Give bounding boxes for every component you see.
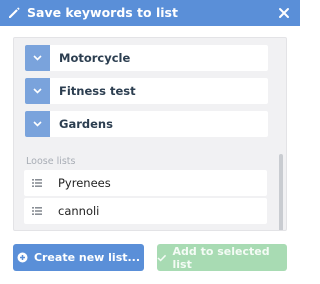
list-icon: [32, 207, 42, 215]
list-item-label: Pyrenees: [58, 176, 111, 190]
list-item-label: Fitness test: [59, 84, 136, 98]
list-item[interactable]: Pyrenees: [24, 170, 267, 196]
list-item-label: Motorcycle: [59, 51, 131, 65]
list-item[interactable]: cannoli: [24, 198, 267, 224]
list-item[interactable]: Fitness test: [25, 78, 268, 104]
plus-circle-icon: [17, 252, 28, 263]
pencil-icon: [9, 7, 20, 18]
create-button-label: Create new list...: [33, 251, 141, 264]
lists-panel[interactable]: Motorcycle Fitness test Gardens Loose li…: [13, 37, 287, 231]
scrollbar[interactable]: [279, 154, 283, 230]
add-button-label: Add to selected list: [172, 244, 270, 271]
chevron-down-icon[interactable]: [25, 78, 50, 104]
add-to-selected-list-button[interactable]: Add to selected list: [157, 244, 287, 271]
list-item[interactable]: Motorcycle: [25, 45, 268, 71]
create-new-list-button[interactable]: Create new list...: [13, 244, 144, 271]
chevron-down-icon[interactable]: [25, 111, 50, 137]
list-item-label: cannoli: [58, 204, 100, 218]
chevron-down-icon[interactable]: [25, 45, 50, 71]
list-icon: [32, 179, 42, 187]
list-item-label: Gardens: [59, 117, 113, 131]
list-item[interactable]: Gardens: [25, 111, 268, 137]
dialog-title: Save keywords to list: [27, 5, 178, 20]
dialog-header: Save keywords to list: [0, 0, 300, 26]
checkmark-icon: [157, 254, 167, 262]
close-icon[interactable]: [277, 6, 291, 20]
loose-lists-heading: Loose lists: [26, 156, 76, 167]
